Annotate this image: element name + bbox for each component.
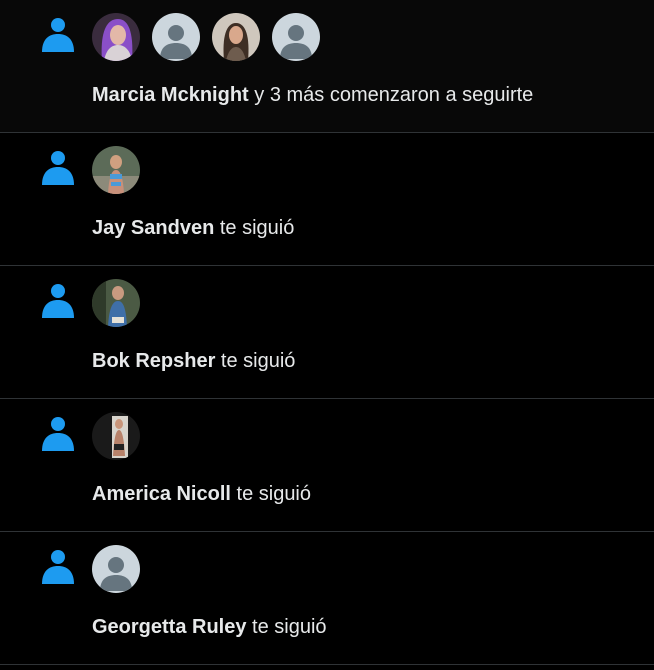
default-avatar[interactable] [152, 13, 200, 61]
person-follow-icon [42, 417, 74, 451]
user-name-link[interactable]: Bok Repsher [92, 350, 215, 372]
default-avatar[interactable] [272, 13, 320, 61]
person-follow-icon [42, 550, 74, 584]
notification-message: te siguió [246, 616, 327, 638]
notification-message: te siguió [215, 350, 296, 372]
user-avatar[interactable] [92, 13, 140, 61]
user-avatar[interactable] [212, 13, 260, 61]
notification-text: Bok Repsher te siguió [92, 348, 295, 374]
avatar-row [92, 279, 140, 327]
notification-item[interactable]: America Nicoll te siguió [0, 399, 654, 532]
user-avatar[interactable] [92, 412, 140, 460]
notification-message: y 3 más comenzaron a seguirte [248, 84, 534, 106]
user-name-link[interactable]: Jay Sandven [92, 217, 214, 239]
avatar-row [92, 412, 140, 460]
notifications-feed: Marcia Mcknight y 3 más comenzaron a seg… [0, 0, 654, 665]
avatar-row [92, 545, 140, 593]
person-follow-icon [42, 284, 74, 318]
avatar-row [92, 13, 320, 61]
notification-item[interactable]: Marcia Mcknight y 3 más comenzaron a seg… [0, 0, 654, 133]
person-follow-icon [42, 151, 74, 185]
notification-text: America Nicoll te siguió [92, 481, 311, 507]
notification-item[interactable]: Jay Sandven te siguió [0, 133, 654, 266]
avatar-row [92, 146, 140, 194]
notification-text: Jay Sandven te siguió [92, 215, 294, 241]
default-avatar[interactable] [92, 545, 140, 593]
notification-item[interactable]: Bok Repsher te siguió [0, 266, 654, 399]
user-name-link[interactable]: Marcia Mcknight [92, 84, 249, 106]
user-avatar[interactable] [92, 279, 140, 327]
notification-item[interactable]: Georgetta Ruley te siguió [0, 532, 654, 665]
notification-message: te siguió [230, 483, 312, 505]
user-name-link[interactable]: America Nicoll [92, 483, 231, 505]
user-name-link[interactable]: Georgetta Ruley [92, 616, 246, 638]
user-avatar[interactable] [92, 146, 140, 194]
notification-text: Georgetta Ruley te siguió [92, 614, 327, 640]
notification-message: te siguió [214, 217, 295, 239]
person-follow-icon [42, 18, 74, 52]
notification-text: Marcia Mcknight y 3 más comenzaron a seg… [92, 82, 533, 108]
